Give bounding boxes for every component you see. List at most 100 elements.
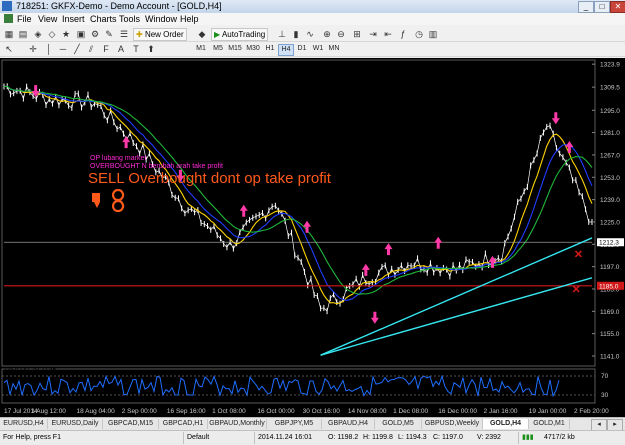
navigator-icon[interactable]: ★ (61, 29, 71, 39)
annotation-sell: SELL Overbought dont op take profit (88, 170, 332, 187)
connection-icon: ▮▮▮ (522, 434, 534, 441)
timeframe-mn[interactable]: MN (327, 44, 341, 54)
zoom-in-icon[interactable]: ⊕ (322, 29, 332, 39)
tab-gold-h4[interactable]: GOLD,H4 (483, 419, 529, 429)
y-tick-label: 1141.0 (600, 354, 620, 361)
crosshair-icon[interactable]: ✛ (28, 44, 38, 54)
maximize-button[interactable]: □ (594, 1, 610, 13)
tab-gbpaud-monthly[interactable]: GBPAUD,Monthly (208, 419, 267, 429)
fibonacci-icon[interactable]: F (101, 44, 111, 54)
chart-header: GOLD,H4 1221.8 1225.2 1209.8 1212.3 (6, 64, 130, 71)
vertical-line-icon[interactable]: │ (44, 44, 54, 54)
menu-view[interactable]: View (38, 14, 57, 24)
metaeditor-icon[interactable]: ◆ (197, 29, 207, 39)
red-level-label: 1185.0 (599, 283, 619, 290)
timeframe-d1[interactable]: D1 (295, 44, 309, 54)
editor-icon[interactable]: ✎ (104, 29, 114, 39)
tester-icon[interactable]: ⚙ (90, 29, 100, 39)
close-button[interactable]: ✕ (610, 1, 625, 13)
timeframe-m5[interactable]: M5 (211, 44, 225, 54)
trendline-icon[interactable]: ╱ (72, 44, 82, 54)
autotrading-icon: ▶ (214, 30, 221, 39)
menu-insert[interactable]: Insert (62, 14, 85, 24)
tab-gbpaud-h4[interactable]: GBPAUD,H4 (322, 419, 375, 429)
annotation-small-1: OP lubang market (90, 155, 146, 162)
x-tick-label: 1 Aug 12:00 (31, 408, 66, 415)
rsi-tick-30: 30 (601, 392, 609, 399)
status-volume: V: 2392 (477, 434, 501, 441)
timeframe-m30[interactable]: M30 (245, 44, 261, 54)
text-label-icon[interactable]: T (131, 44, 141, 54)
tab-eurusd-daily[interactable]: EURUSD,Daily (48, 419, 103, 429)
x-tick-label: 2 Jan 16:00 (484, 408, 518, 415)
timeframe-m1[interactable]: M1 (194, 44, 208, 54)
chart-shift-icon[interactable]: ⇥ (368, 29, 378, 39)
y-tick-label: 1281.0 (600, 130, 620, 137)
new-order-button[interactable]: ✚ New Order (133, 28, 187, 41)
bar-chart-icon[interactable]: ⊥ (277, 29, 287, 39)
price-chart[interactable]: OP lubang marketOVERBOUGHT N berubah ara… (0, 58, 625, 418)
candlestick-icon[interactable]: ▮ (291, 29, 301, 39)
tab-gbpusd-weekly[interactable]: GBPUSD,Weekly (422, 419, 483, 429)
menu-charts[interactable]: Charts (90, 14, 117, 24)
market-watch-icon[interactable]: ◈ (33, 29, 43, 39)
chart-window[interactable]: OP lubang market OVERBOUGHT N berubah ara… (0, 58, 625, 418)
tab-eurusd-h4[interactable]: EURUSD,H4 (0, 419, 48, 429)
autotrading-button[interactable]: ▶ AutoTrading (211, 28, 269, 41)
new-order-label: New Order (144, 30, 184, 39)
x-tick-label: 1 Oct 08:00 (212, 408, 246, 415)
timeframe-w1[interactable]: W1 (311, 44, 325, 54)
timeframe-h4[interactable]: H4 (278, 44, 294, 56)
autoscroll-icon[interactable]: ⇤ (383, 29, 393, 39)
standard-toolbar: ▦ ▤ ◈ ◇ ★ ▣ ⚙ ✎ ☰ ✚ New Order ◆ ▶ AutoTr… (0, 27, 625, 42)
x-tick-label: 16 Dec 00:00 (438, 408, 477, 415)
x-tick-label: 19 Jan 00:00 (529, 408, 567, 415)
buy-arrow-icon (122, 136, 131, 149)
trendline-lower (320, 277, 593, 356)
drawing-toolbar: ↖ ✛ │ ─ ╱ ⫽ F A T ⬆ M1 M5 M15 M30 H1 H4 … (0, 42, 625, 57)
x-tick-label: 16 Oct 00:00 (257, 408, 295, 415)
tab-gold-m5[interactable]: GOLD,M5 (375, 419, 422, 429)
timeframe-m15[interactable]: M15 (227, 44, 243, 54)
x-tick-label: 14 Nov 08:00 (348, 408, 387, 415)
sigma-icon (111, 188, 125, 213)
tile-windows-icon[interactable]: ⊞ (352, 29, 362, 39)
zoom-out-icon[interactable]: ⊖ (336, 29, 346, 39)
y-tick-label: 1155.0 (600, 331, 620, 338)
status-profile[interactable]: Default (187, 433, 209, 443)
templates-icon[interactable]: ▥ (428, 29, 438, 39)
timeframe-h1[interactable]: H1 (263, 44, 277, 54)
chart-window-icon (4, 14, 13, 23)
periods-icon[interactable]: ◷ (414, 29, 424, 39)
rsi-line (3, 374, 560, 398)
status-close: C: 1197.0 (433, 434, 463, 441)
y-tick-label: 1197.0 (600, 264, 620, 271)
data-window-icon[interactable]: ◇ (47, 29, 57, 39)
close-marker-icon (572, 285, 580, 293)
text-icon[interactable]: A (116, 44, 126, 54)
status-traffic: 4717/2 kb (544, 434, 575, 441)
new-chart-icon[interactable]: ▦ (4, 29, 14, 39)
tab-gold-m1[interactable]: GOLD,M1 (529, 419, 570, 429)
menu-help[interactable]: Help (180, 14, 199, 24)
status-datetime: 2014.11.24 16:01 (258, 434, 312, 441)
cursor-icon[interactable]: ↖ (4, 44, 14, 54)
horizontal-line-icon[interactable]: ─ (58, 44, 68, 54)
menu-window[interactable]: Window (145, 14, 177, 24)
line-chart-icon[interactable]: ∿ (305, 29, 315, 39)
indicators-icon[interactable]: ƒ (398, 29, 408, 39)
tab-gbpcad-m15[interactable]: GBPCAD,M15 (103, 419, 159, 429)
rsi-label: RSI(14) 29.7145 (5, 367, 56, 374)
terminal-icon[interactable]: ▣ (76, 29, 86, 39)
tab-gbpcad-h1[interactable]: GBPCAD,H1 (159, 419, 208, 429)
x-tick-label: 2 Sep 00:00 (122, 408, 157, 415)
profiles-icon[interactable]: ▤ (18, 29, 28, 39)
arrows-icon[interactable]: ⬆ (146, 44, 156, 54)
tab-gbpjpy-m5[interactable]: GBPJPY,M5 (267, 419, 322, 429)
options-icon[interactable]: ☰ (119, 29, 129, 39)
equidistant-channel-icon[interactable]: ⫽ (86, 44, 96, 54)
minimize-button[interactable]: _ (578, 1, 594, 13)
menu-tools[interactable]: Tools (119, 14, 140, 24)
y-tick-label: 1169.0 (600, 309, 620, 316)
menu-file[interactable]: File (17, 14, 32, 24)
